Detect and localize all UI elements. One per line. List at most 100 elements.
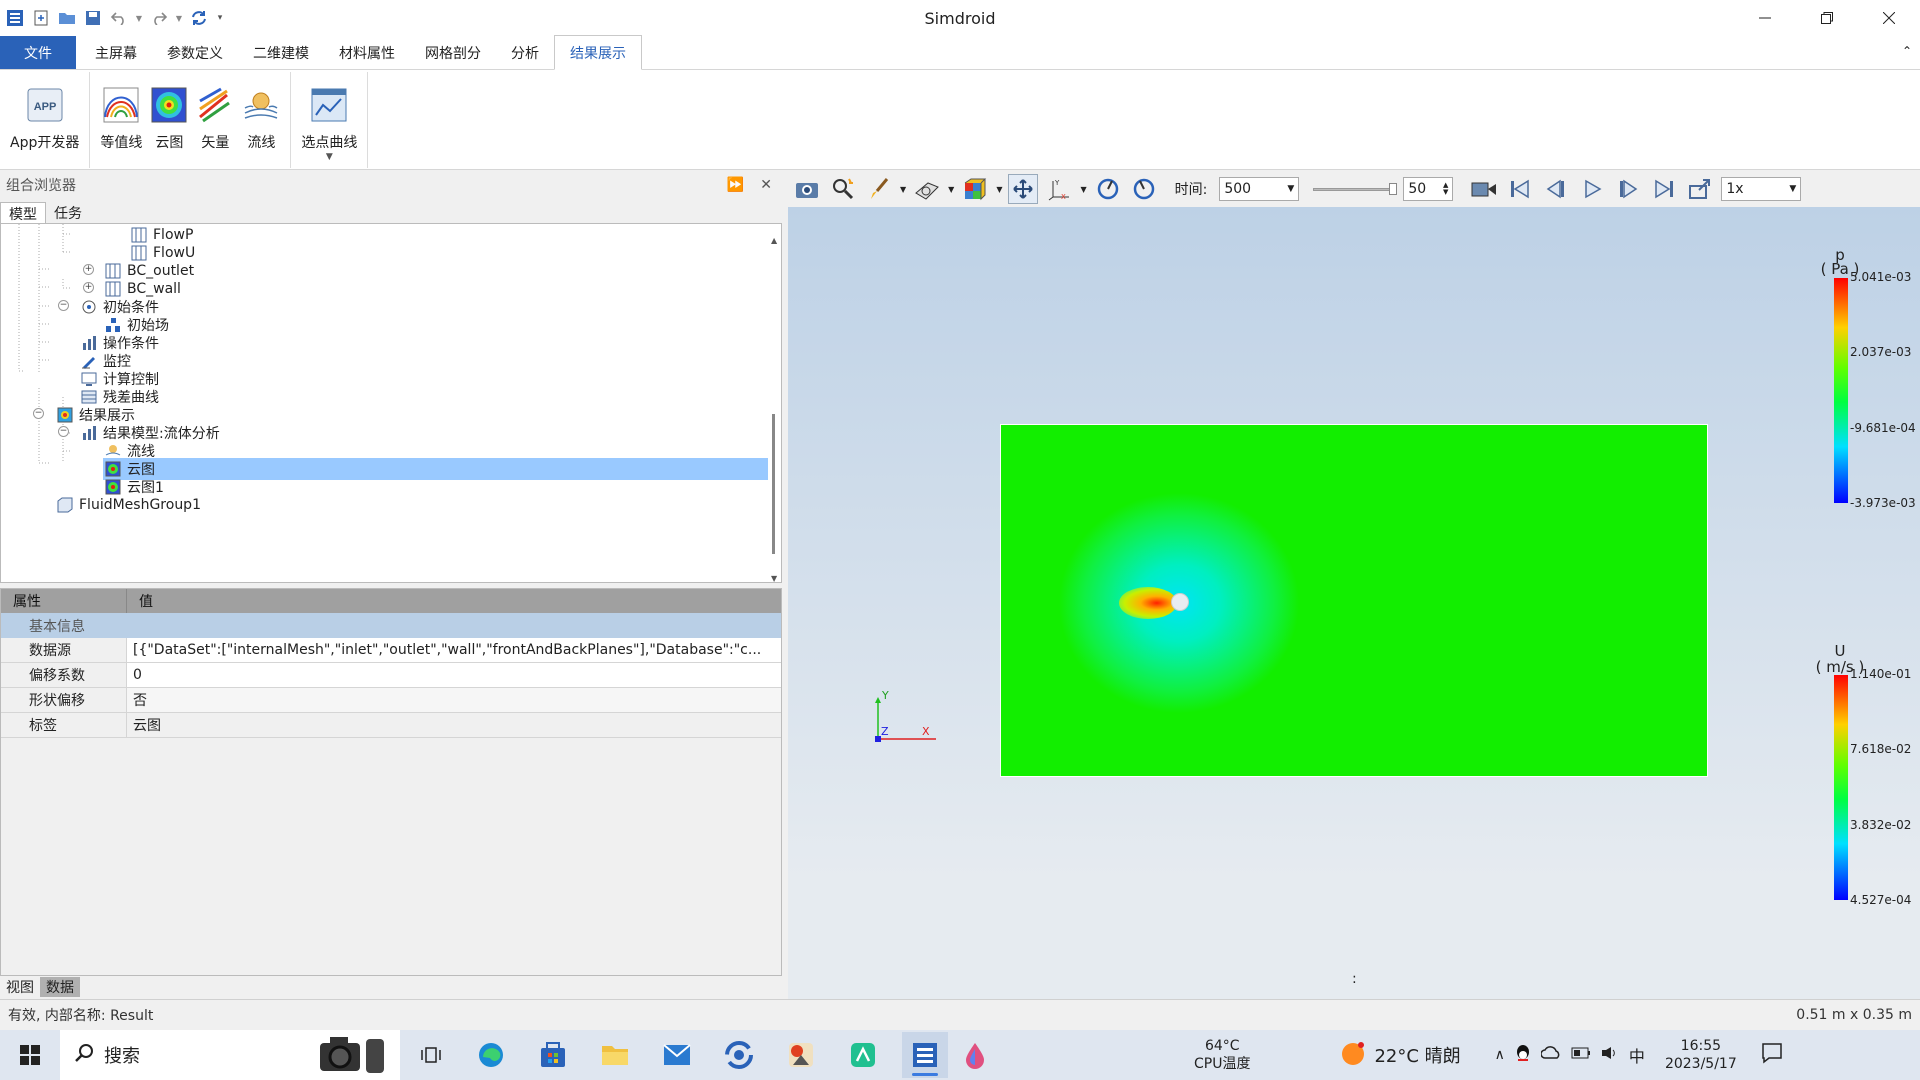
expand-toggle-icon[interactable]: + — [83, 282, 94, 293]
3d-viewport[interactable]: : Y X Z p ( Pa ) 5.041e-03 2.037e-03 -9.… — [788, 207, 1920, 999]
property-row[interactable]: 形状偏移否 — [1, 688, 781, 713]
property-row[interactable]: 标签 云图 — [1, 713, 781, 738]
rotate-ccw-icon[interactable] — [1129, 174, 1159, 204]
brush-dropdown-icon[interactable]: ▼ — [900, 185, 906, 194]
store-icon[interactable] — [530, 1032, 576, 1078]
onedrive-icon[interactable] — [1540, 1046, 1561, 1064]
frame-stepper[interactable]: 50 ▲ ▼ — [1403, 177, 1454, 201]
play-icon[interactable] — [1577, 174, 1607, 204]
scroll-up-icon[interactable]: ▲ — [771, 236, 777, 245]
collapse-toggle-icon[interactable]: − — [58, 300, 69, 311]
first-frame-icon[interactable] — [1505, 174, 1535, 204]
collapse-toggle-icon[interactable]: − — [33, 408, 44, 419]
record-video-icon[interactable] — [1469, 174, 1499, 204]
rotate-cw-icon[interactable] — [1093, 174, 1123, 204]
fit-view-icon[interactable] — [1008, 174, 1039, 204]
time-slider[interactable] — [1313, 183, 1398, 195]
contour-line-button[interactable]: 等值线 — [96, 78, 146, 168]
open-folder-icon[interactable] — [56, 7, 78, 29]
export-animation-icon[interactable] — [1685, 174, 1715, 204]
pick-curve-dropdown-icon[interactable]: ▼ — [326, 152, 333, 162]
mail-icon[interactable] — [654, 1032, 700, 1078]
qq-icon[interactable] — [1515, 1044, 1531, 1066]
refresh-icon[interactable] — [188, 7, 210, 29]
cloud-map-button[interactable]: 云图 — [146, 78, 192, 168]
display-mode-dropdown-icon[interactable]: ▼ — [996, 185, 1002, 194]
cpu-temperature-widget[interactable]: 64°C CPU温度 — [1194, 1037, 1250, 1073]
pick-curve-button[interactable]: 选点曲线 ▼ — [297, 78, 361, 168]
close-panel-icon[interactable]: ✕ — [760, 177, 772, 193]
tab-materials[interactable]: 材料属性 — [324, 36, 410, 69]
paint-drop-app-icon[interactable] — [952, 1032, 998, 1078]
display-mode-cube-icon[interactable] — [960, 174, 990, 204]
minimize-button[interactable] — [1734, 0, 1796, 36]
taskbar-search-box[interactable]: 搜索 — [60, 1030, 400, 1080]
app-logo-icon[interactable] — [4, 7, 26, 29]
tab-parameters[interactable]: 参数定义 — [152, 36, 238, 69]
flow-domain-contour[interactable] — [1000, 424, 1708, 777]
screenshot-camera-icon[interactable] — [792, 174, 822, 204]
property-value[interactable]: 云图 — [127, 713, 781, 737]
tab-task[interactable]: 任务 — [46, 202, 90, 224]
undo-icon[interactable] — [108, 7, 130, 29]
tab-model[interactable]: 模型 — [0, 202, 46, 224]
property-row[interactable]: 偏移系数 0 — [1, 663, 781, 688]
undo-dropdown-icon[interactable]: ▼ — [134, 7, 144, 29]
notification-icon[interactable] — [1761, 1042, 1783, 1068]
redo-icon[interactable] — [148, 7, 170, 29]
tab-2d-modeling[interactable]: 二维建模 — [238, 36, 324, 69]
tree-scrollbar[interactable]: ▲ ▼ — [769, 232, 779, 582]
app-developer-button[interactable]: APP App开发器 — [6, 78, 83, 168]
last-frame-icon[interactable] — [1649, 174, 1679, 204]
restore-button[interactable] — [1796, 0, 1858, 36]
property-row[interactable]: 数据源 [{"DataSet":["internalMesh","inlet","… — [1, 638, 781, 663]
prev-frame-icon[interactable] — [1541, 174, 1571, 204]
property-value[interactable]: [{"DataSet":["internalMesh","inlet","out… — [127, 638, 781, 662]
next-frame-icon[interactable] — [1613, 174, 1643, 204]
vector-button[interactable]: 矢量 — [192, 78, 238, 168]
green-tool-icon[interactable] — [840, 1032, 886, 1078]
brush-icon[interactable] — [864, 174, 894, 204]
windows-start-icon[interactable] — [0, 1032, 60, 1078]
battery-icon[interactable] — [1571, 1047, 1591, 1063]
stepper-arrows-icon[interactable]: ▲ ▼ — [1443, 182, 1448, 196]
edge-browser-icon[interactable] — [468, 1032, 514, 1078]
volume-icon[interactable] — [1601, 1046, 1619, 1064]
time-select[interactable]: 500 ▼ — [1219, 177, 1300, 201]
tray-expand-icon[interactable]: ∧ — [1495, 1047, 1505, 1063]
task-view-icon[interactable] — [408, 1032, 454, 1078]
close-button[interactable] — [1858, 0, 1920, 36]
input-method-indicator[interactable]: 中 — [1629, 1043, 1645, 1067]
expand-toggle-icon[interactable]: + — [83, 264, 94, 275]
file-explorer-icon[interactable] — [592, 1032, 638, 1078]
save-icon[interactable] — [82, 7, 104, 29]
view-filter-dropdown-icon[interactable]: ▼ — [948, 185, 954, 194]
simdroid-taskbar-icon[interactable] — [902, 1032, 948, 1078]
streamline-button[interactable]: 流线 — [238, 78, 284, 168]
tab-data[interactable]: 数据 — [40, 977, 80, 997]
tab-view[interactable]: 视图 — [0, 977, 40, 997]
axis-orientation-icon[interactable]: YX — [1044, 174, 1074, 204]
scroll-down-icon[interactable]: ▼ — [771, 574, 777, 582]
tab-analysis[interactable]: 分析 — [496, 36, 554, 69]
pin-panel-icon[interactable]: ⏩ — [727, 177, 744, 193]
zoom-magnifier-icon[interactable] — [828, 174, 858, 204]
tab-file[interactable]: 文件 — [0, 36, 76, 69]
property-value[interactable]: 否 — [127, 688, 781, 712]
tree-item-fluid-mesh-group[interactable]: FluidMeshGroup1 — [57, 494, 201, 516]
tree-item-cloud-selected[interactable]: 云图 — [103, 458, 768, 480]
speed-select[interactable]: 1x ▼ — [1721, 177, 1802, 201]
tab-meshing[interactable]: 网格剖分 — [410, 36, 496, 69]
scroll-thumb[interactable] — [772, 414, 775, 554]
new-file-icon[interactable] — [30, 7, 52, 29]
tab-results[interactable]: 结果展示 — [554, 35, 642, 70]
clock[interactable]: 16:55 2023/5/17 — [1665, 1037, 1737, 1073]
redo-dropdown-icon[interactable]: ▼ — [174, 7, 184, 29]
view-filter-icon[interactable] — [912, 174, 942, 204]
property-value[interactable]: 0 — [127, 663, 781, 687]
axis-dropdown-icon[interactable]: ▼ — [1080, 185, 1086, 194]
image-viewer-app-icon[interactable] — [778, 1032, 824, 1078]
blue-swirl-app-icon[interactable] — [716, 1032, 762, 1078]
tab-home[interactable]: 主屏幕 — [80, 36, 152, 69]
ribbon-collapse-icon[interactable]: ⌃ — [1902, 44, 1912, 58]
